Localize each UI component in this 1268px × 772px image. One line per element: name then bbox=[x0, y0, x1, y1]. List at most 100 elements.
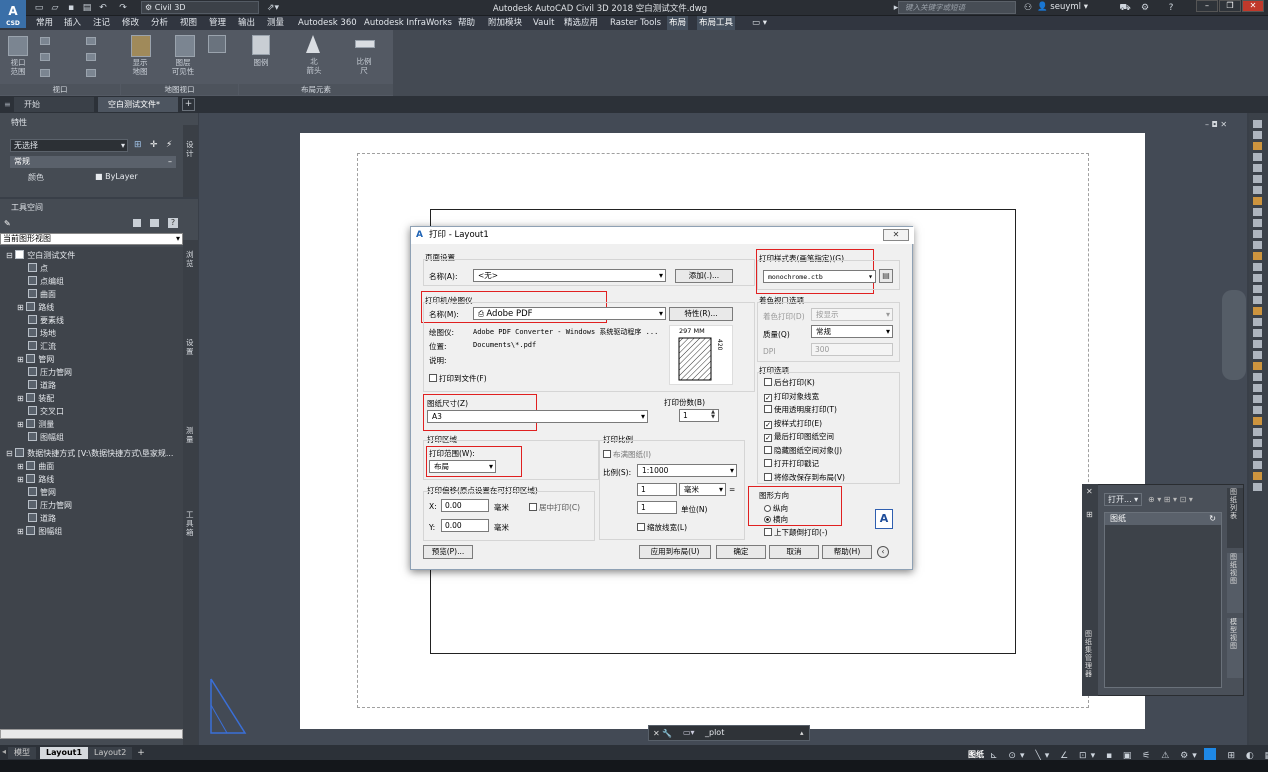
plot-option-checkbox[interactable]: 使用透明度打印(T) bbox=[764, 404, 837, 415]
ok-button[interactable]: 确定 bbox=[716, 545, 766, 559]
checkbox-icon[interactable]: ✓ bbox=[764, 434, 772, 442]
plot-option-checkbox[interactable]: ✓ 打印对象线宽 bbox=[764, 391, 819, 402]
navigation-bar[interactable] bbox=[1222, 290, 1246, 380]
plot-range-select[interactable]: 布局 bbox=[429, 460, 496, 473]
collapse-options-icon[interactable]: ‹ bbox=[877, 546, 889, 558]
sheetset-tool-icons[interactable]: ⊕ ▾ ⊞ ▾ ⊡ ▾ bbox=[1148, 495, 1193, 504]
layer-visibility-icon[interactable] bbox=[175, 35, 195, 57]
scale-select[interactable]: 1:1000 bbox=[637, 464, 737, 477]
tab-sheet-views[interactable]: 图纸视图 bbox=[1227, 553, 1243, 613]
tree-item-sites[interactable]: 场地 bbox=[28, 327, 56, 340]
toolspace-panel-icon[interactable] bbox=[150, 219, 159, 227]
draw-tool-icon[interactable] bbox=[1253, 318, 1262, 326]
tab-featured-apps[interactable]: 精选应用 bbox=[562, 16, 600, 30]
tab-menu-icon[interactable]: ≡ bbox=[4, 100, 14, 110]
scale-den-input[interactable]: 1 bbox=[637, 501, 677, 514]
grid-icon[interactable] bbox=[208, 35, 226, 53]
tab-layout1[interactable]: Layout1 bbox=[40, 747, 89, 759]
draw-tool-icon[interactable] bbox=[1253, 329, 1262, 337]
draw-tool-icon[interactable] bbox=[1253, 472, 1262, 480]
tree-item-point-groups[interactable]: 点编组 bbox=[28, 275, 64, 288]
tab-annotate[interactable]: 注记 bbox=[91, 16, 112, 30]
tab-raster-tools[interactable]: Raster Tools bbox=[608, 16, 663, 30]
tree-item-pipe-networks[interactable]: ⊞ 管网 bbox=[17, 353, 54, 366]
tree-item-view-frame-groups[interactable]: 图幅组 bbox=[28, 431, 64, 444]
tab-vault[interactable]: Vault bbox=[531, 16, 556, 30]
tab-layout[interactable]: 布局 bbox=[667, 16, 689, 30]
redo-icon[interactable]: ↷ bbox=[117, 2, 129, 14]
page-setup-name-select[interactable]: <无> bbox=[473, 269, 666, 282]
north-arrow-icon[interactable] bbox=[306, 35, 320, 53]
tab-current-drawing[interactable]: 空白测试文件* ✕ bbox=[98, 97, 178, 124]
tree-item-corridors[interactable]: 道路 bbox=[28, 379, 56, 392]
draw-tool-icon[interactable] bbox=[1253, 461, 1262, 469]
edit-plot-style-icon[interactable]: ▤ bbox=[879, 269, 893, 283]
tab-insert[interactable]: 插入 bbox=[62, 16, 83, 30]
printer-properties-button[interactable]: 特性(R)... bbox=[669, 307, 733, 321]
plot-option-checkbox[interactable]: ✓ 按样式打印(E) bbox=[764, 418, 822, 429]
tab-infraworks[interactable]: Autodesk InfraWorks bbox=[362, 16, 454, 30]
add-page-setup-button[interactable]: 添加(.)... bbox=[675, 269, 733, 283]
draw-tool-icon[interactable] bbox=[1253, 175, 1262, 183]
paper-model-toggle[interactable]: 图纸 bbox=[968, 749, 984, 760]
show-map-icon[interactable] bbox=[131, 35, 151, 57]
draw-tool-icon[interactable] bbox=[1253, 142, 1262, 150]
draw-tool-icon[interactable] bbox=[1253, 241, 1262, 249]
tab-layout2[interactable]: Layout2 bbox=[88, 747, 133, 759]
checkbox-icon[interactable]: ✓ bbox=[764, 393, 772, 402]
tree-item-data-shortcuts[interactable]: ⊟ 数据快捷方式 [V:\数据快捷方式\垦家规... bbox=[6, 447, 182, 460]
side-tab-prospector[interactable]: 浏览 bbox=[186, 250, 196, 268]
draw-tool-icon[interactable] bbox=[1253, 274, 1262, 282]
tree-item-ds-surfaces[interactable]: ⊞ 曲面 bbox=[17, 460, 54, 473]
draw-tool-icon[interactable] bbox=[1253, 439, 1262, 447]
new-layout-button[interactable]: + bbox=[135, 747, 147, 759]
portrait-radio[interactable]: 纵向 bbox=[764, 503, 788, 514]
sheet-list[interactable] bbox=[1104, 512, 1222, 688]
draw-tool-icon[interactable] bbox=[1253, 208, 1262, 216]
plot-option-checkbox[interactable]: 打开打印戳记 bbox=[764, 458, 819, 469]
print-to-file-checkbox[interactable]: 打印到文件(F) bbox=[429, 373, 487, 384]
binoculars-icon[interactable]: ⚇ bbox=[1022, 2, 1034, 14]
tab-help[interactable]: 帮助 bbox=[456, 16, 477, 30]
exchange-icon[interactable]: ⚙ bbox=[1138, 2, 1152, 14]
command-close-icon[interactable]: ✕ 🔧 bbox=[653, 729, 672, 738]
draw-tool-icon[interactable] bbox=[1253, 373, 1262, 381]
restore-button[interactable]: ❐ bbox=[1219, 0, 1241, 12]
checkbox-icon[interactable]: ✓ bbox=[764, 420, 772, 429]
checkbox-icon[interactable] bbox=[764, 472, 772, 481]
draw-tool-icon[interactable] bbox=[1253, 384, 1262, 392]
tree-item-catchments[interactable]: 汇流 bbox=[28, 340, 56, 353]
draw-tool-icon[interactable] bbox=[1253, 417, 1262, 425]
sheetset-close-icon[interactable]: ✕ bbox=[1086, 487, 1093, 496]
draw-tool-icon[interactable] bbox=[1253, 164, 1262, 172]
checkbox-icon[interactable] bbox=[764, 459, 772, 467]
search-input[interactable]: 键入关键字或短语 bbox=[898, 1, 1016, 14]
scale-num-input[interactable]: 1 bbox=[637, 483, 677, 496]
tab-autodesk360[interactable]: Autodesk 360 bbox=[296, 16, 359, 30]
shade-plot-select[interactable]: 按显示 bbox=[811, 308, 893, 321]
close-button[interactable]: ✕ bbox=[1242, 0, 1264, 12]
tab-modify[interactable]: 修改 bbox=[120, 16, 141, 30]
tab-addins[interactable]: 附加模块 bbox=[486, 16, 524, 30]
viewport-icon[interactable] bbox=[8, 36, 28, 56]
landscape-radio[interactable]: 横向 bbox=[764, 514, 788, 525]
new-tab-button[interactable]: + bbox=[182, 98, 195, 111]
checkbox-icon[interactable] bbox=[764, 378, 772, 386]
viewport-window-controls[interactable]: – ◘ ✕ bbox=[1205, 120, 1227, 129]
properties-side-tab[interactable]: 设计 bbox=[186, 140, 196, 158]
isolate-icon[interactable] bbox=[1204, 748, 1216, 760]
draw-tool-icon[interactable] bbox=[1253, 197, 1262, 205]
tree-item-alignments[interactable]: ⊞ 路线 bbox=[17, 301, 54, 314]
save-icon[interactable]: ▪ bbox=[65, 2, 77, 14]
apply-to-layout-button[interactable]: 应用到布局(U) bbox=[639, 545, 711, 559]
draw-tool-icon[interactable] bbox=[1253, 483, 1262, 491]
side-tab-survey[interactable]: 测量 bbox=[186, 426, 196, 444]
toolspace-view-icon[interactable] bbox=[133, 219, 141, 227]
section-general[interactable]: 常规 – bbox=[10, 156, 176, 168]
vp-tool-icon[interactable] bbox=[40, 37, 50, 45]
plot-option-checkbox[interactable]: 后台打印(K) bbox=[764, 377, 815, 388]
tree-item-drawing[interactable]: ⊟ 空白测试文件 bbox=[6, 249, 75, 262]
offset-x-input[interactable]: 0.00 bbox=[441, 499, 489, 512]
draw-tool-icon[interactable] bbox=[1253, 153, 1262, 161]
draw-tool-icon[interactable] bbox=[1253, 450, 1262, 458]
